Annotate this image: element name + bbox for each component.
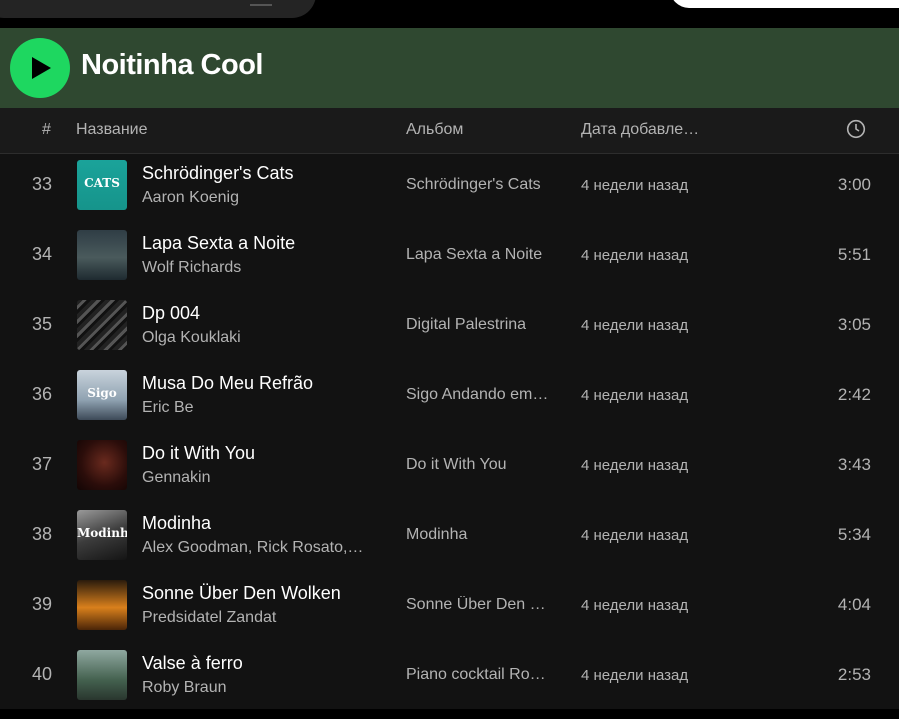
track-duration: 3:43 [837,455,871,474]
track-number: 40 [31,664,52,684]
track-album[interactable]: Digital Palestrina [406,316,564,334]
search-bar[interactable] [0,0,316,18]
cover-text: Sigo [87,386,117,400]
album-cover[interactable]: CATS [77,160,127,210]
track-artist[interactable]: Alex Goodman, Rick Rosato,… [142,539,382,557]
track-title[interactable]: Sonne Über Den Wolken [142,583,341,604]
album-cover[interactable] [77,440,127,490]
track-artist[interactable]: Wolf Richards [142,259,382,277]
track-title[interactable]: Valse à ferro [142,653,243,674]
track-title[interactable]: Lapa Sexta a Noite [142,233,295,254]
album-cover[interactable]: Modinha [77,510,127,560]
track-number: 36 [31,384,52,404]
track-title[interactable]: Musa Do Meu Refrão [142,373,313,394]
album-cover[interactable] [77,580,127,630]
column-header: # Название Альбом Дата добавле… [0,108,899,154]
track-row[interactable]: 34 Lapa Sexta a Noite Wolf Richards Lapa… [0,224,899,294]
track-number: 34 [31,244,52,264]
track-date-added: 4 недели назад [581,667,689,684]
track-row[interactable]: 40 Valse à ferro Roby Braun Piano cockta… [0,644,899,714]
track-date-added: 4 недели назад [581,597,689,614]
track-duration: 2:42 [837,385,871,404]
track-row[interactable]: 35 Dp 004 Olga Kouklaki Digital Palestri… [0,294,899,364]
track-number: 35 [31,314,52,334]
track-number: 37 [31,454,52,474]
track-number: 33 [31,174,52,194]
column-date-added[interactable]: Дата добавле… [581,121,699,139]
track-row[interactable]: 38 Modinha Modinha Alex Goodman, Rick Ro… [0,504,899,574]
track-duration: 5:34 [837,525,871,544]
track-artist[interactable]: Eric Be [142,399,382,417]
track-artist[interactable]: Aaron Koenig [142,189,382,207]
play-button[interactable] [10,38,70,98]
playlist-header: Noitinha Cool [0,28,899,108]
track-album[interactable]: Piano cocktail Ro… [406,666,564,684]
track-duration: 5:51 [837,245,871,264]
track-album[interactable]: Sonne Über Den … [406,596,564,614]
track-album[interactable]: Modinha [406,526,564,544]
cover-text: CATS [84,176,120,190]
bottom-edge [0,709,899,719]
cover-text: Modinha [77,526,127,540]
top-bar [0,0,899,28]
track-title[interactable]: Dp 004 [142,303,200,324]
track-row[interactable]: 37 Do it With You Gennakin Do it With Yo… [0,434,899,504]
track-artist[interactable]: Predsidatel Zandat [142,609,382,627]
track-date-added: 4 недели назад [581,457,689,474]
track-album[interactable]: Do it With You [406,456,564,474]
track-duration: 2:53 [837,665,871,684]
track-row[interactable]: 33 CATS Schrödinger's Cats Aaron Koenig … [0,154,899,224]
track-number: 39 [31,594,52,614]
track-title[interactable]: Schrödinger's Cats [142,163,294,184]
clock-icon[interactable] [846,119,866,144]
top-right-pill[interactable] [670,0,899,8]
column-album[interactable]: Альбом [406,121,463,139]
track-duration: 4:04 [837,595,871,614]
album-cover[interactable] [77,650,127,700]
track-duration: 3:05 [837,315,871,334]
track-title[interactable]: Modinha [142,513,211,534]
track-row[interactable]: 39 Sonne Über Den Wolken Predsidatel Zan… [0,574,899,644]
track-album[interactable]: Schrödinger's Cats [406,176,564,194]
column-title[interactable]: Название [76,121,148,139]
track-row[interactable]: 36 Sigo Musa Do Meu Refrão Eric Be Sigo … [0,364,899,434]
track-date-added: 4 недели назад [581,177,689,194]
track-album[interactable]: Lapa Sexta a Noite [406,246,564,264]
album-cover[interactable] [77,300,127,350]
track-date-added: 4 недели назад [581,387,689,404]
play-icon [32,57,51,79]
track-date-added: 4 недели назад [581,527,689,544]
track-date-added: 4 недели назад [581,317,689,334]
album-cover[interactable] [77,230,127,280]
track-title[interactable]: Do it With You [142,443,255,464]
track-album[interactable]: Sigo Andando em… [406,386,564,404]
browse-icon[interactable] [250,0,272,6]
track-artist[interactable]: Roby Braun [142,679,382,697]
track-number: 38 [31,524,52,544]
playlist-title: Noitinha Cool [81,49,263,81]
track-list: 33 CATS Schrödinger's Cats Aaron Koenig … [0,154,899,709]
track-date-added: 4 недели назад [581,247,689,264]
track-artist[interactable]: Gennakin [142,469,382,487]
album-cover[interactable]: Sigo [77,370,127,420]
track-artist[interactable]: Olga Kouklaki [142,329,382,347]
column-number[interactable]: # [42,121,51,139]
track-duration: 3:00 [837,175,871,194]
